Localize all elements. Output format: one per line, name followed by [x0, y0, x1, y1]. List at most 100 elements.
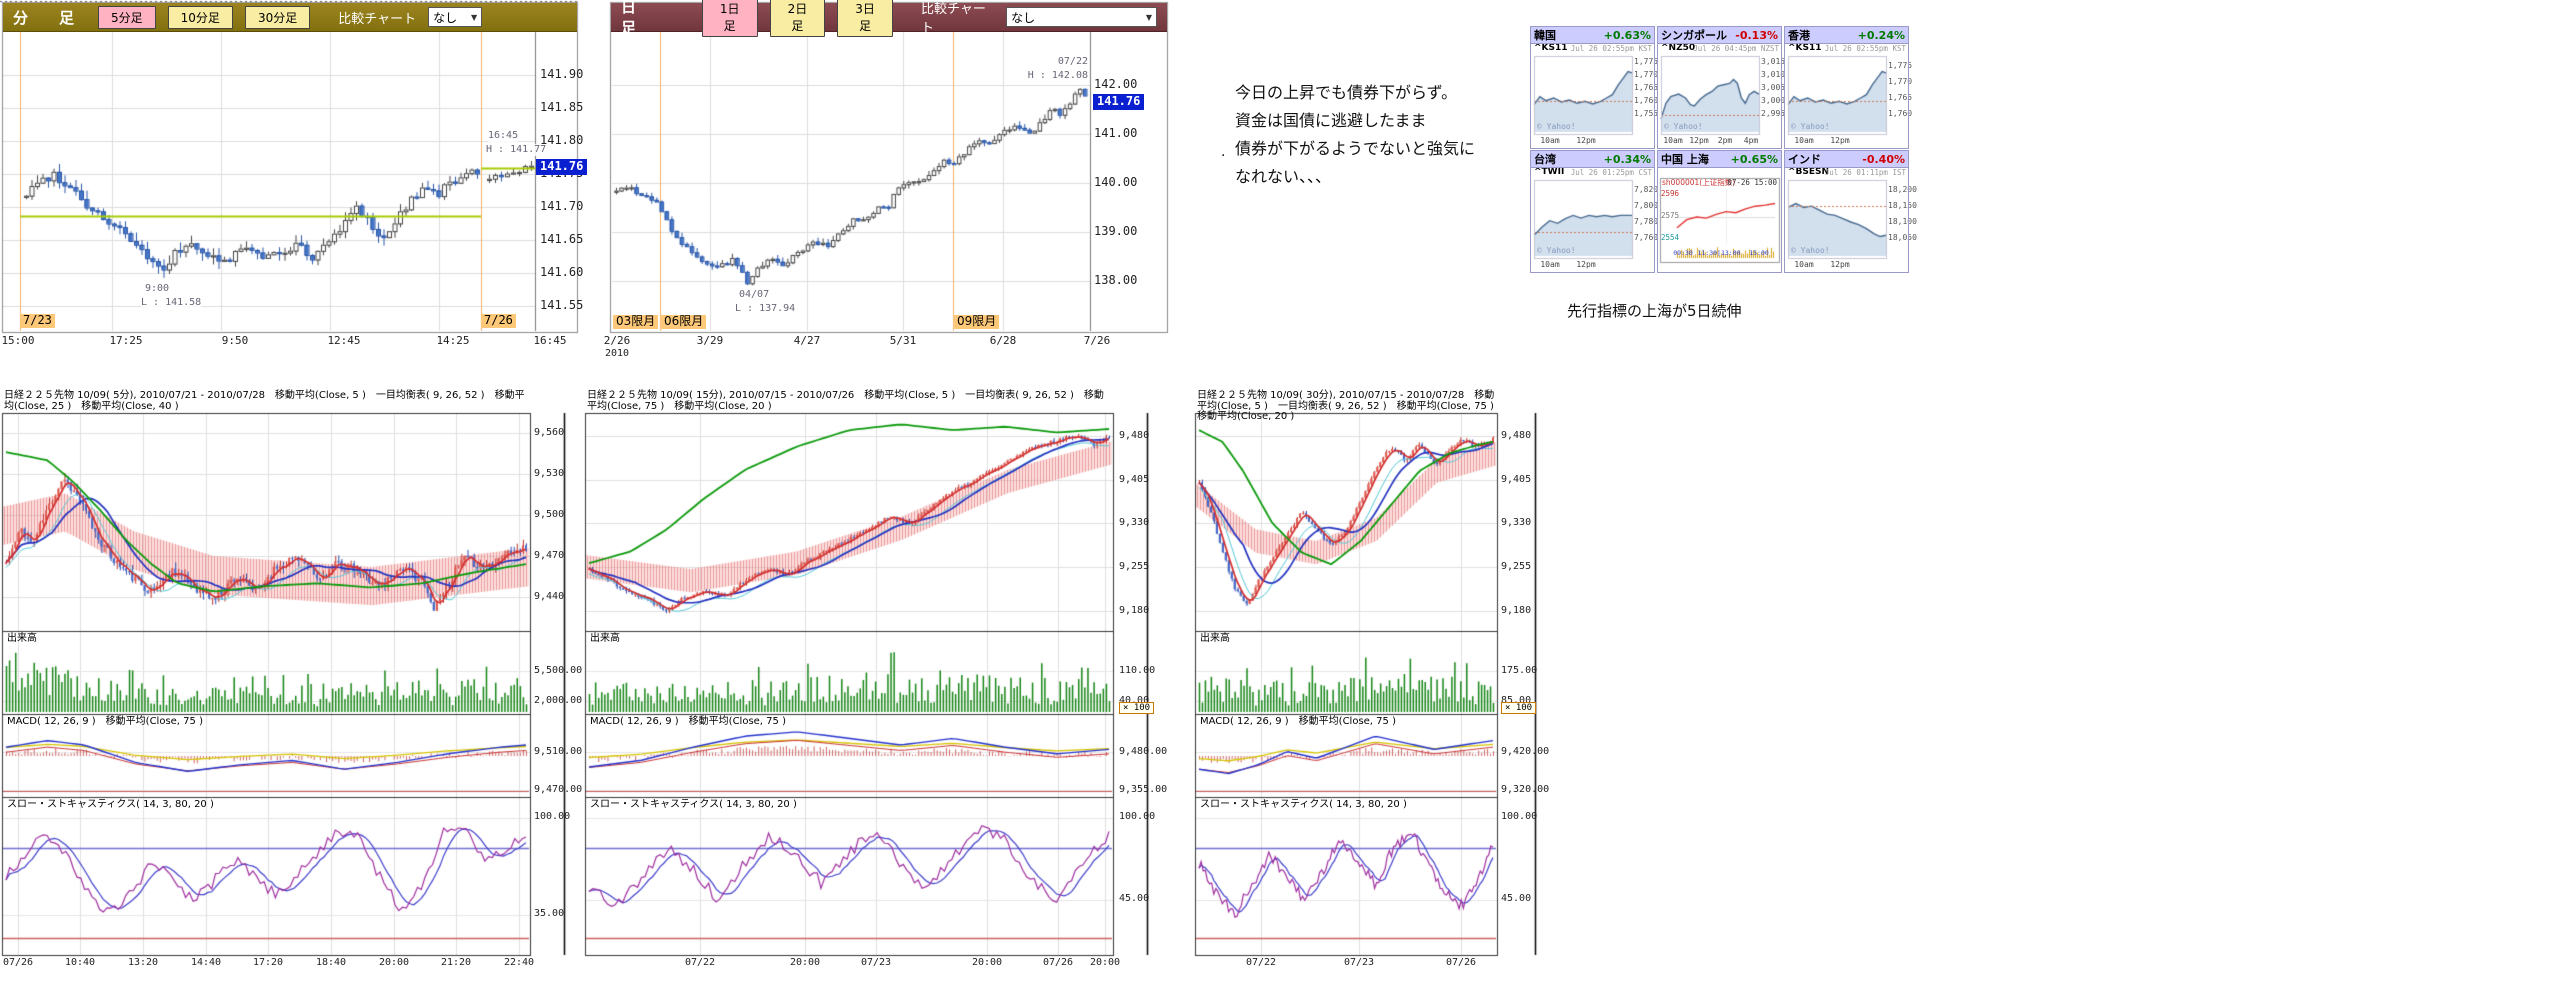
tab-3day[interactable]: 3日足	[837, 0, 893, 37]
tab-2day[interactable]: 2日足	[770, 0, 826, 37]
volume-tick: 2,000.00	[534, 695, 582, 707]
macd-pane-label: MACD( 12, 26, 9 ) 移動平均(Close, 75 )	[7, 716, 203, 728]
minute-time-tick: 17:25	[109, 335, 142, 348]
daily-price-tick: 140.00	[1094, 176, 1137, 190]
tech-price-tick: 9,530	[534, 468, 564, 480]
daily-low-annotation-value: L : 137.94	[735, 303, 795, 315]
minute-low-annotation-time: 9:00	[145, 283, 169, 295]
stochastics-tick: 100.00	[1119, 811, 1155, 823]
volume-tick: 5,500.00	[534, 665, 582, 677]
compare-chart-select-minute[interactable]: なし ▼	[428, 7, 482, 27]
minute-date-label-right: 7/26	[481, 314, 516, 328]
tech-price-tick: 9,480	[1501, 430, 1531, 442]
macd-tick: 9,355.00	[1119, 784, 1167, 796]
contract-month-label: 09限月	[954, 315, 999, 329]
market-change: -0.13%	[1735, 29, 1778, 42]
tech-price-tick: 9,560	[534, 427, 564, 439]
tech-chart-title: 日経２２５先物 10/09( 5分), 2010/07/21 - 2010/07…	[4, 391, 528, 412]
market-panel-header: 中国 上海 +0.65%	[1658, 151, 1781, 168]
minute-price-tick: 141.55	[540, 299, 583, 313]
tech-price-tick: 9,405	[1119, 474, 1149, 486]
volume-pane-label: 出来高	[1200, 633, 1230, 645]
minute-chart-header: 分 足 5分足 10分足 30分足 比較チャート なし ▼	[3, 3, 577, 32]
minute-price-tick: 141.80	[540, 134, 583, 148]
tech-price-tick: 9,500	[534, 509, 564, 521]
compare-chart-value-daily: なし	[1011, 9, 1035, 26]
chevron-down-icon: ▼	[471, 13, 477, 22]
market-change: +0.34%	[1604, 153, 1651, 166]
market-panel-header: 韓国 +0.63%	[1531, 27, 1654, 44]
stochastics-pane-label: スロー・ストキャスティクス( 14, 3, 80, 20 )	[590, 799, 797, 811]
compare-chart-select-daily[interactable]: なし ▼	[1006, 7, 1157, 27]
tech-time-tick: 07/26	[1043, 957, 1073, 969]
tech-time-tick: 07/22	[685, 957, 715, 969]
daily-date-tick: 3/29	[697, 335, 724, 348]
macd-tick: 9,320.00	[1501, 784, 1549, 796]
minute-time-tick: 16:45	[533, 335, 566, 348]
daily-current-price-tag: 141.76	[1093, 94, 1144, 110]
tech-time-tick: 07/26	[3, 957, 33, 969]
tab-30min[interactable]: 30分足	[245, 6, 310, 29]
tech-time-tick: 07/23	[1344, 957, 1374, 969]
market-name: シンガポール	[1661, 27, 1727, 43]
tech-time-tick: 22:40	[504, 957, 534, 969]
market-panel-header: 台湾+0.34%	[1531, 151, 1654, 168]
market-panel-0: 韓国 +0.63%	[1530, 26, 1655, 149]
tab-1day[interactable]: 1日足	[702, 0, 758, 37]
compare-chart-value-minute: なし	[433, 9, 457, 26]
tech-time-tick: 07/26	[1446, 957, 1476, 969]
volume-scale-badge: × 100	[1501, 702, 1536, 714]
market-name: 韓国	[1534, 27, 1556, 43]
volume-tick: 110.00	[1119, 665, 1155, 677]
tech-time-tick: 14:40	[191, 957, 221, 969]
stochastics-tick: 45.00	[1119, 893, 1149, 905]
daily-price-tick: 141.00	[1094, 127, 1137, 141]
daily-date-tick: 7/26	[1084, 335, 1111, 348]
market-panel-3: 台湾+0.34%	[1530, 150, 1655, 273]
tab-5min[interactable]: 5分足	[98, 6, 156, 29]
tech-price-tick: 9,255	[1501, 561, 1531, 573]
tech-price-tick: 9,440	[534, 591, 564, 603]
tab-10min[interactable]: 10分足	[168, 6, 233, 29]
chevron-down-icon: ▼	[1146, 13, 1152, 22]
market-panel-4: 中国 上海 +0.65%	[1657, 150, 1782, 273]
tech-time-tick: 07/22	[1246, 957, 1276, 969]
stochastics-tick: 35.00	[534, 908, 564, 920]
tech-time-tick: 20:00	[1090, 957, 1120, 969]
market-change: +0.24%	[1858, 29, 1905, 42]
market-commentary: 今日の上昇でも債券下がらず。 資金は国債に逃避したまま 債券が下がるようでないと…	[1235, 79, 1475, 191]
daily-price-tick: 142.00	[1094, 78, 1137, 92]
market-name: 中国 上海	[1661, 151, 1709, 167]
commentary-line: 今日の上昇でも債券下がらず。	[1235, 79, 1475, 107]
market-change: +0.65%	[1731, 153, 1778, 166]
daily-low-annotation-time: 04/07	[739, 289, 769, 301]
macd-tick: 9,470.00	[534, 784, 582, 796]
daily-price-tick: 139.00	[1094, 225, 1137, 239]
macd-tick: 9,510.00	[534, 746, 582, 758]
tech-time-tick: 18:40	[316, 957, 346, 969]
macd-pane-label: MACD( 12, 26, 9 ) 移動平均(Close, 75 )	[590, 716, 786, 728]
minute-date-label-left: 7/23	[20, 314, 55, 328]
tech-price-tick: 9,405	[1501, 474, 1531, 486]
stochastics-tick: 45.00	[1501, 893, 1531, 905]
tech-price-tick: 9,330	[1501, 517, 1531, 529]
market-change: -0.40%	[1862, 153, 1905, 166]
compare-chart-label-minute: 比較チャート	[338, 8, 416, 27]
markets-caption: 先行指標の上海が5日続伸	[1567, 300, 1742, 321]
commentary-line: 資金は国債に逃避したまま	[1235, 107, 1475, 135]
commentary-line: 債券が下がるようでないと強気に	[1235, 135, 1475, 163]
trading-dashboard: 分 足 5分足 10分足 30分足 比較チャート なし ▼ 日 足 1日足 2日…	[0, 0, 2560, 1000]
daily-chart-header: 日 足 1日足 2日足 3日足 比較チャート なし ▼	[611, 3, 1167, 32]
market-panel-5: インド-0.40%	[1784, 150, 1909, 273]
commentary-line: なれない、、、	[1235, 163, 1475, 191]
volume-pane-label: 出来高	[590, 633, 620, 645]
tech-price-tick: 9,255	[1119, 561, 1149, 573]
minute-price-tick: 141.90	[540, 68, 583, 82]
minute-chart-title: 分 足	[13, 7, 82, 28]
daily-date-tick: 5/31	[890, 335, 917, 348]
stochastics-tick: 100.00	[1501, 811, 1537, 823]
minute-price-tick: 141.60	[540, 266, 583, 280]
market-change: +0.63%	[1604, 29, 1651, 42]
market-panel-header: 香港+0.24%	[1785, 27, 1908, 44]
stray-period: .	[1221, 144, 1225, 160]
